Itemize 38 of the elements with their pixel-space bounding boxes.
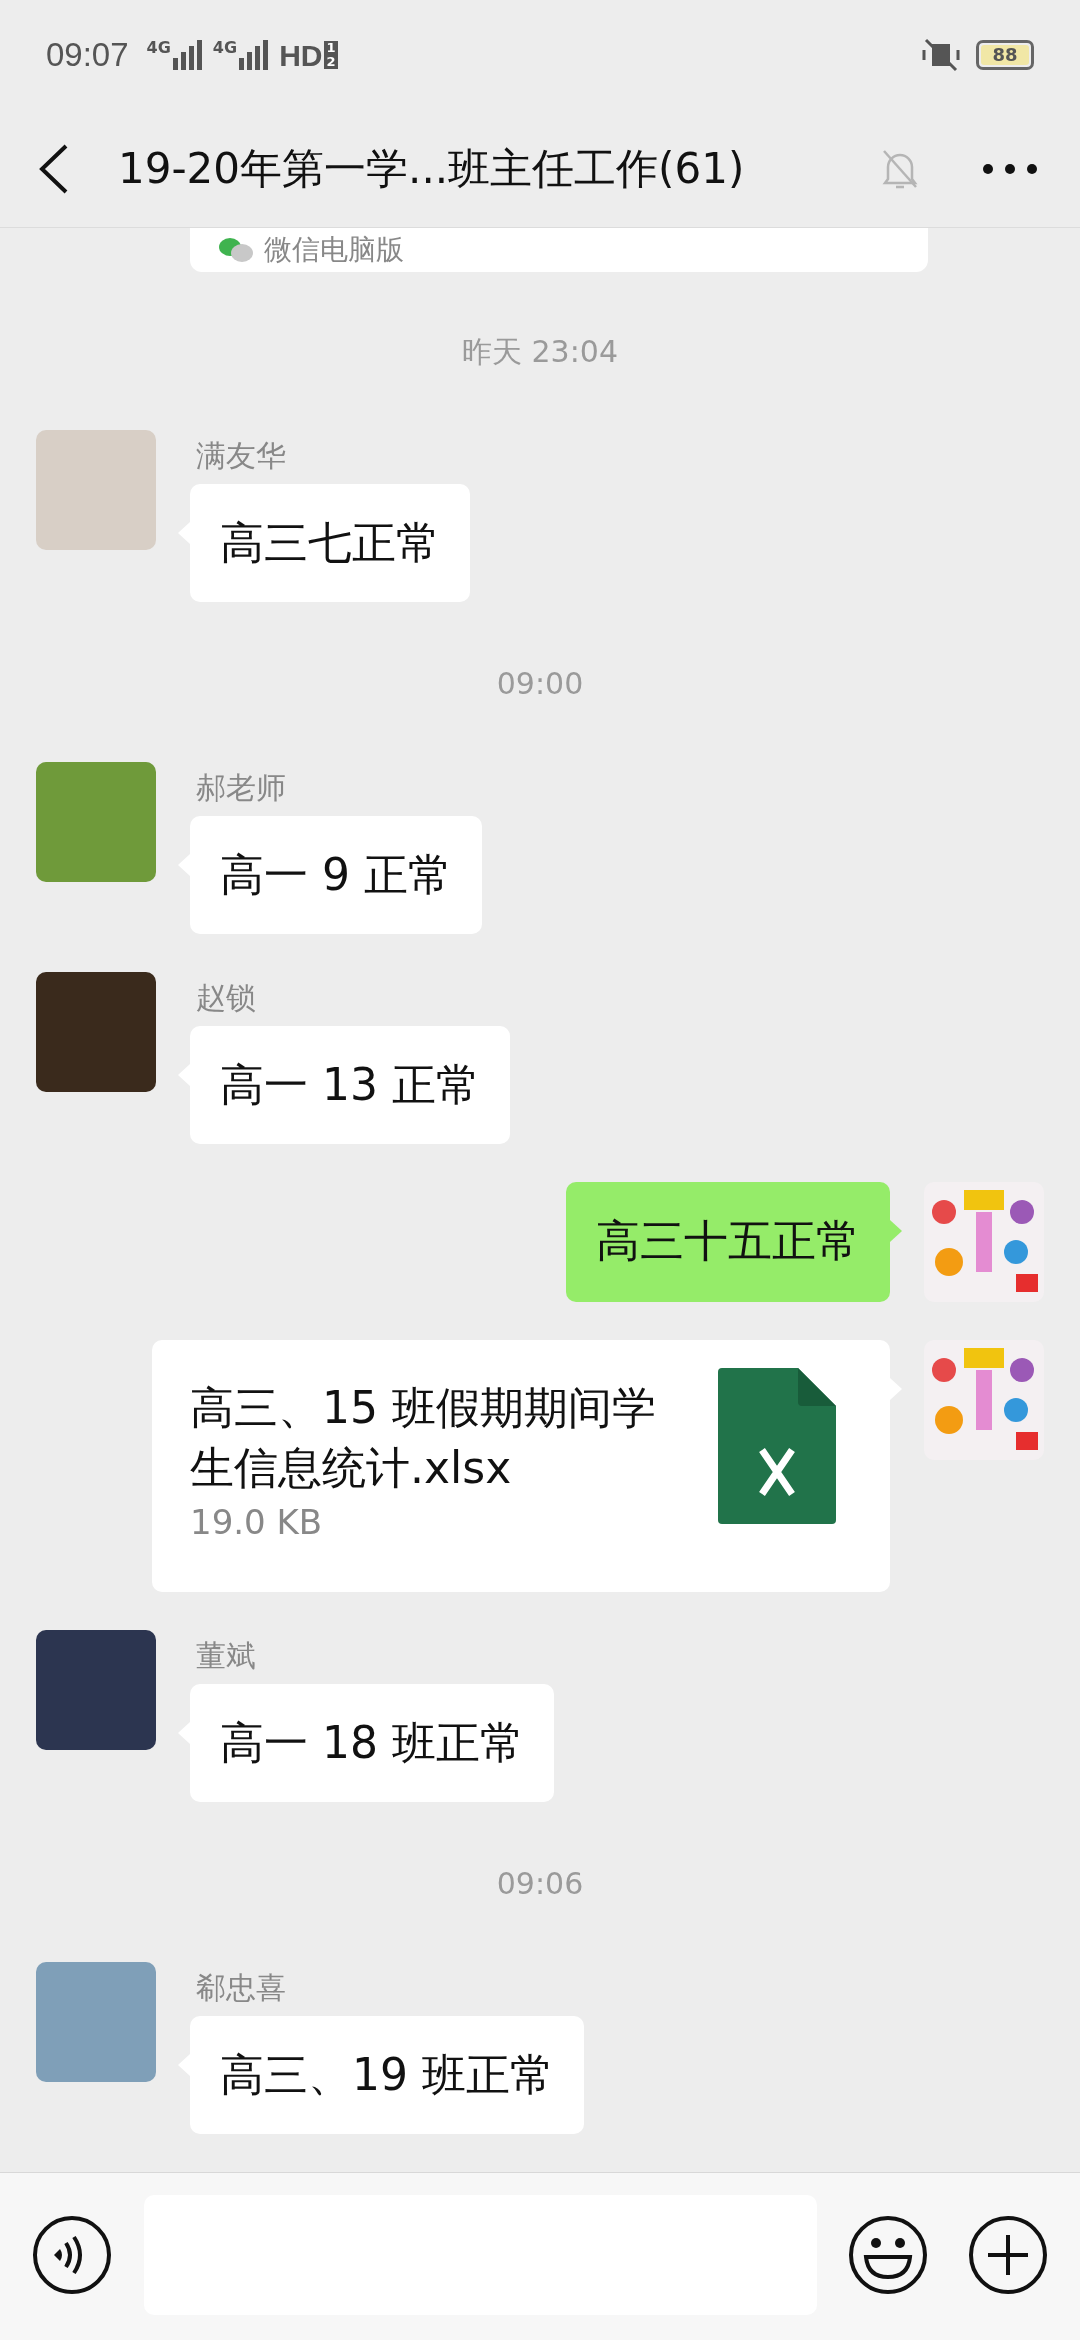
sticker-avatar[interactable] [924,1340,1044,1460]
sender-name: 董斌 [196,1637,257,1675]
add-icon[interactable] [968,2215,1048,2295]
battery-level: 88 [981,45,1029,65]
file-size: 19.0 KB [190,1501,324,1544]
sim-label: 2 [324,55,338,69]
more-icon[interactable] [982,162,1038,175]
network-label: 4G [212,40,238,56]
bubble-tail-icon [890,1220,902,1242]
network-label: 4G [146,40,171,56]
emoji-icon[interactable] [848,2215,928,2295]
message-bubble[interactable]: 高三七正常 [190,484,470,602]
message-bubble[interactable]: 高一 9 正常 [190,816,482,934]
sender-name: 赵锁 [196,979,257,1017]
timestamp: 09:06 [496,1865,584,1903]
card-source-text: 微信电脑版 [264,233,404,267]
file-card[interactable]: 高三、15 班假期期间学生信息统计.xlsx 19.0 KB [152,1340,890,1592]
chat-title: 19-20年第一学...班主任工作(61) [118,143,745,195]
sender-name: 郝老师 [196,769,287,807]
hd-label: HD [279,37,323,74]
message-bubble[interactable]: 高一 13 正常 [190,1026,510,1144]
sticker-avatar[interactable] [924,1182,1044,1302]
file-name: 高三、15 班假期期间学生信息统计.xlsx [190,1381,657,1495]
timestamp: 昨天 23:04 [462,333,618,371]
timestamp: 09:00 [496,665,584,703]
spreadsheet-file-icon [718,1368,836,1524]
message-bubble[interactable]: 高三十五正常 [566,1182,890,1302]
chat-bubbles-icon [218,236,254,264]
sender-name: 满友华 [196,437,287,475]
message-bubble[interactable]: 高一 18 班正常 [190,1684,554,1802]
message-card[interactable]: 微信电脑版 [190,228,928,272]
message-bubble[interactable]: 高三、19 班正常 [190,2016,584,2134]
voice-icon[interactable] [32,2215,112,2295]
sender-name: 郗忠喜 [196,1969,287,2007]
signal-icon [172,40,203,70]
sim-label: 1 [324,41,338,55]
status-time: 09:07 [46,35,129,76]
signal-icon [239,40,270,70]
